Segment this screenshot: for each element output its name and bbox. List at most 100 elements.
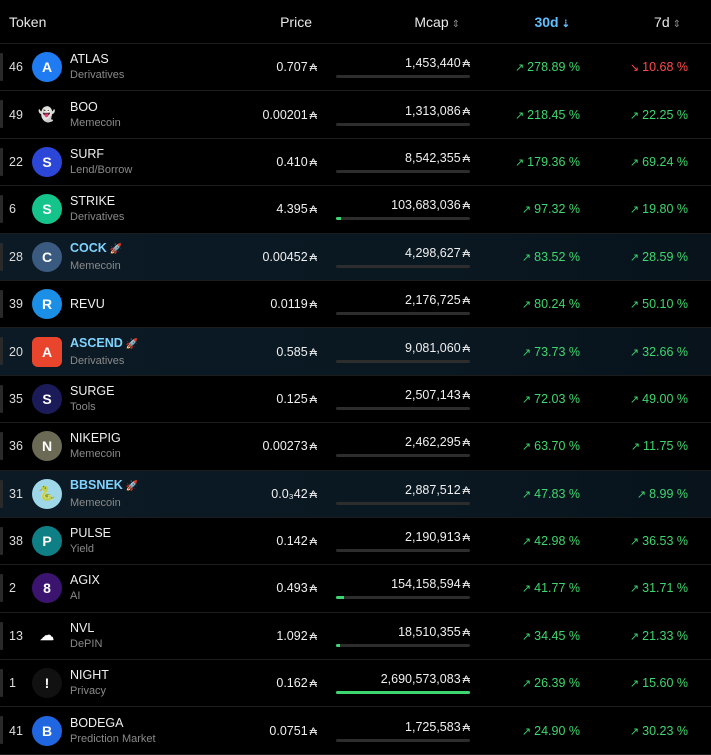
arrow-up-icon: ↗ — [521, 488, 532, 501]
table-row[interactable]: 22 S SURF Lend/Borrow 0.410 ₳ 8,542,355 ₳ … — [0, 138, 711, 187]
table-row[interactable]: 49 👻 BOO Memecoin 0.00201 ₳ 1,313,086 ₳ ↗ 2… — [0, 91, 711, 139]
change-30d-value: 42.98 % — [534, 534, 580, 549]
price-number: 0.707 — [276, 60, 308, 75]
token-name-cell[interactable]: REVU — [70, 296, 250, 312]
mcap-number: 1,313,086 — [405, 103, 461, 118]
token-name[interactable]: ATLAS — [70, 52, 109, 66]
currency-symbol: ₳ — [462, 58, 470, 71]
table-row[interactable]: 28 C COCK 🚀 Memecoin 0.00452 ₳ 4,298,627 ₳ … — [0, 233, 711, 281]
token-name-cell[interactable]: PULSE Yield — [70, 525, 250, 557]
price-number: 0.0₃42 — [271, 486, 308, 501]
rank-indicator — [0, 574, 3, 603]
table-row[interactable]: 38 P PULSE Yield 0.142 ₳ 2,190,913 ₳ ↗ 42.9… — [0, 517, 711, 566]
token-name-cell[interactable]: NIGHT Privacy — [70, 667, 250, 699]
currency-symbol: ₳ — [309, 156, 317, 169]
token-name-cell[interactable]: NIKEPIG Memecoin — [70, 430, 250, 462]
arrow-up-icon: ↗ — [521, 299, 532, 312]
mcap-header-label: Mcap — [414, 13, 449, 30]
mcap-bar — [336, 264, 470, 268]
token-name[interactable]: BBSNEK — [70, 478, 123, 492]
token-category: Memecoin — [70, 116, 121, 129]
rank-value: 41 — [9, 723, 23, 738]
mcap-bar — [336, 312, 470, 316]
table-row[interactable]: 13 ☁ NVL DePIN 1.092 ₳ 18,510,355 ₳ ↗ 34.45… — [0, 612, 711, 661]
sort-desc-icon[interactable]: ⇣ — [562, 19, 570, 30]
token-name-cell[interactable]: BBSNEK 🚀 Memecoin — [70, 477, 250, 511]
token-name-cell[interactable]: ASCEND 🚀 Derivatives — [70, 335, 250, 369]
table-row[interactable]: 35 S SURGE Tools 0.125 ₳ 2,507,143 ₳ ↗ 72.0… — [0, 375, 711, 424]
price-number: 4.395 — [276, 202, 308, 217]
token-name[interactable]: ASCEND — [70, 336, 123, 350]
mcap-value: 4,298,627 ₳ — [405, 246, 470, 260]
change-7d: ↗ 30.23 % — [580, 724, 688, 738]
mcap-column-header[interactable]: Mcap ⇕ — [312, 14, 460, 30]
currency-symbol: ₳ — [309, 393, 317, 406]
mcap-value: 8,542,355 ₳ — [405, 151, 470, 165]
mcap-bar — [336, 169, 470, 173]
mcap-bar — [336, 217, 470, 221]
rank-indicator — [0, 669, 3, 698]
price-column-header[interactable]: Price — [250, 14, 312, 30]
token-name-cell[interactable]: BOO Memecoin — [70, 99, 250, 131]
token-name-cell[interactable]: STRIKE Derivatives — [70, 193, 250, 225]
currency-symbol: ₳ — [462, 484, 470, 497]
table-row[interactable]: 41 B BODEGA Prediction Market 0.0751 ₳ 1,… — [0, 707, 711, 755]
token-table: Token Price Mcap ⇕ 30d ⇣ 7d ⇕ 46 A ATLAS De… — [0, 0, 711, 755]
mcap-cell: 2,462,295 ₳ — [317, 435, 470, 458]
token-name[interactable]: BODEGA — [70, 716, 124, 730]
currency-symbol: ₳ — [462, 721, 470, 734]
currency-symbol: ₳ — [309, 536, 317, 549]
token-name-cell[interactable]: ATLAS Derivatives — [70, 51, 250, 83]
mcap-bar — [336, 406, 470, 410]
currency-symbol: ₳ — [309, 725, 317, 738]
mcap-bar — [336, 501, 470, 505]
logo-glyph: N — [41, 438, 53, 455]
table-row[interactable]: 36 N NIKEPIG Memecoin 0.00273 ₳ 2,462,295… — [0, 423, 711, 471]
table-row[interactable]: 46 A ATLAS Derivatives 0.707 ₳ 1,453,440 ₳… — [0, 44, 711, 92]
token-name[interactable]: SURF — [70, 147, 104, 161]
logo-glyph: S — [42, 153, 52, 170]
change-7d: ↗ 28.59 % — [580, 250, 688, 264]
change-30d: ↗ 80.24 % — [470, 297, 580, 311]
change-7d-value: 10.68 % — [642, 60, 688, 75]
table-row[interactable]: 39 R REVU 0.0119 ₳ 2,176,725 ₳ ↗ 80.24 % ↗ 5… — [0, 280, 711, 329]
mcap-cell: 2,176,725 ₳ — [317, 293, 470, 316]
token-name-cell[interactable]: SURF Lend/Borrow — [70, 146, 250, 178]
table-row[interactable]: 31 🐍 BBSNEK 🚀 Memecoin 0.0₃42 ₳ 2,887,512 ₳… — [0, 470, 711, 518]
token-category: Derivatives — [70, 69, 125, 82]
token-name[interactable]: SURGE — [70, 384, 114, 398]
token-name-cell[interactable]: AGIX AI — [70, 572, 250, 604]
7d-column-header[interactable]: 7d ⇕ — [570, 14, 681, 30]
token-category: Memecoin — [70, 448, 121, 461]
token-name-cell[interactable]: NVL DePIN — [70, 620, 250, 652]
sort-icon[interactable]: ⇕ — [452, 19, 460, 30]
token-name-cell[interactable]: SURGE Tools — [70, 383, 250, 415]
change-30d: ↗ 47.83 % — [470, 487, 580, 501]
token-name-cell[interactable]: BODEGA Prediction Market — [70, 715, 250, 747]
token-name[interactable]: NVL — [70, 621, 94, 635]
table-row[interactable]: 1 ! NIGHT Privacy 0.162 ₳ 2,690,573,083 ₳ … — [0, 660, 711, 708]
token-name-cell[interactable]: COCK 🚀 Memecoin — [70, 240, 250, 274]
token-category: Memecoin — [70, 496, 121, 509]
change-7d-value: 19.80 % — [642, 202, 688, 217]
logo-glyph: P — [42, 533, 52, 550]
change-7d-value: 69.24 % — [642, 154, 688, 169]
token-name[interactable]: AGIX — [70, 573, 100, 587]
token-name[interactable]: NIKEPIG — [70, 431, 121, 445]
table-row[interactable]: 6 S STRIKE Derivatives 4.395 ₳ 103,683,03… — [0, 186, 711, 234]
token-name[interactable]: NIGHT — [70, 668, 109, 682]
30d-column-header[interactable]: 30d ⇣ — [460, 14, 570, 30]
token-name[interactable]: PULSE — [70, 526, 111, 540]
token-name[interactable]: BOO — [70, 100, 98, 114]
change-30d: ↗ 278.89 % — [470, 60, 580, 74]
token-name[interactable]: STRIKE — [70, 194, 115, 208]
rank-value: 2 — [9, 581, 16, 596]
sort-icon[interactable]: ⇕ — [673, 19, 681, 30]
table-header: Token Price Mcap ⇕ 30d ⇣ 7d ⇕ — [0, 0, 711, 44]
currency-symbol: ₳ — [462, 437, 470, 450]
table-row[interactable]: 2 8 AGIX AI 0.493 ₳ 154,158,594 ₳ ↗ 41.77 %… — [0, 565, 711, 613]
change-7d: ↗ 15.60 % — [580, 676, 688, 690]
token-name[interactable]: COCK — [70, 241, 107, 255]
table-row[interactable]: 20 A ASCEND 🚀 Derivatives 0.585 ₳ 9,081,06… — [0, 328, 711, 376]
token-name[interactable]: REVU — [70, 297, 105, 311]
